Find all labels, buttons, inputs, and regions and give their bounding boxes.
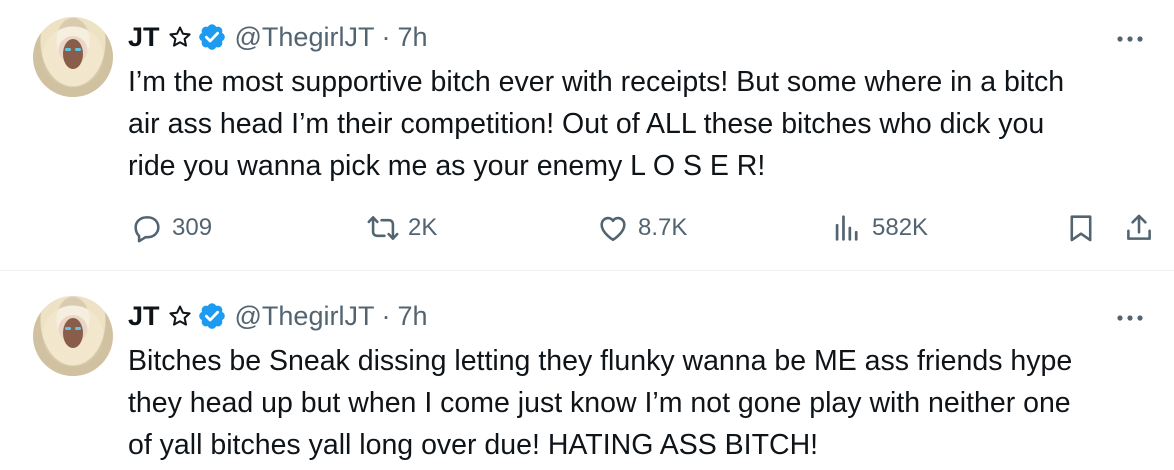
verified-badge-icon[interactable] [197,22,227,52]
star-icon [168,25,192,49]
avatar[interactable] [33,296,113,376]
separator-dot: · [381,300,391,331]
reply-count: 309 [172,214,213,241]
share-icon [1127,214,1151,240]
avatar[interactable] [33,17,113,97]
user-handle[interactable]: @ThegirlJT [235,22,375,53]
like-button[interactable]: 8.7K [596,208,687,248]
more-icon[interactable] [1110,24,1150,54]
display-name[interactable]: JT [128,301,160,332]
more-icon[interactable] [1110,303,1150,333]
tweet[interactable]: JT @ThegirlJT · 7h I’m the most supporti… [0,0,1174,271]
timestamp[interactable]: 7h [397,22,427,53]
repost-button[interactable]: 2K [366,208,437,248]
bookmark-button[interactable] [1064,208,1098,248]
timestamp[interactable]: 7h [397,301,427,332]
verified-badge-icon[interactable] [197,301,227,331]
reply-button[interactable]: 309 [130,208,212,248]
bookmark-icon [1070,215,1092,242]
display-name[interactable]: JT [128,22,160,53]
tweet-header: JT @ThegirlJT · 7h [128,20,428,54]
like-icon [600,216,626,242]
tweet[interactable]: JT @ThegirlJT · 7h Bitches be Sneak diss… [0,271,1174,470]
reply-icon [134,216,160,243]
share-button[interactable] [1122,208,1156,248]
tweet-actions: 309 2K 8.7K 582K [130,208,1160,248]
user-handle[interactable]: @ThegirlJT [235,301,375,332]
views-button[interactable]: 582K [830,208,928,248]
repost-count: 2K [408,214,438,241]
separator-dot: · [381,21,391,52]
like-count: 8.7K [638,214,688,241]
views-icon [835,215,858,241]
tweet-text: I’m the most supportive bitch ever with … [128,66,1065,182]
views-count: 582K [872,214,929,241]
repost-icon [367,216,399,240]
tweet-header: JT @ThegirlJT · 7h [128,299,428,333]
star-icon [168,304,192,328]
tweet-text: Bitches be Sneak dissing letting they fl… [128,345,1073,461]
